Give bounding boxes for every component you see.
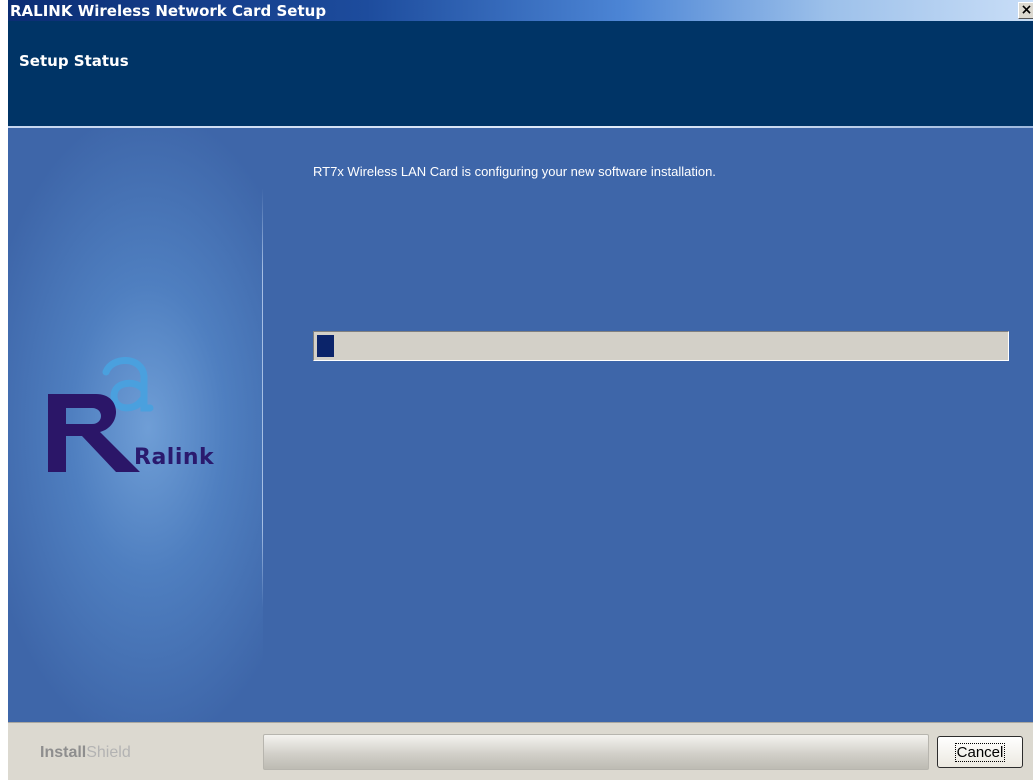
page-title: Setup Status [19,52,129,70]
footer-divider [8,722,1033,723]
cancel-label: Cancel [954,742,1006,762]
window-title: RALINK Wireless Network Card Setup [10,2,327,20]
progress-fill [317,335,334,357]
title-bar[interactable]: RALINK Wireless Network Card Setup × [8,0,1033,21]
close-icon[interactable]: × [1018,2,1033,19]
cancel-button[interactable]: Cancel [937,736,1023,768]
installshield-brand-part1: Install [40,744,87,761]
content-area: Ralink RT7x Wireless LAN Card is configu… [8,128,1033,722]
footer-separator-bar [263,734,929,770]
progress-bar [313,331,1009,361]
setup-window: RALINK Wireless Network Card Setup × Set… [8,0,1033,780]
footer-bar: InstallShield Cancel [8,722,1033,780]
logo-text: Ralink [134,445,215,470]
installshield-brand-part2: Shield [86,744,131,761]
header-banner: Setup Status [8,21,1033,127]
installshield-logo: InstallShield [40,744,131,762]
status-message: RT7x Wireless LAN Card is configuring yo… [313,164,716,179]
